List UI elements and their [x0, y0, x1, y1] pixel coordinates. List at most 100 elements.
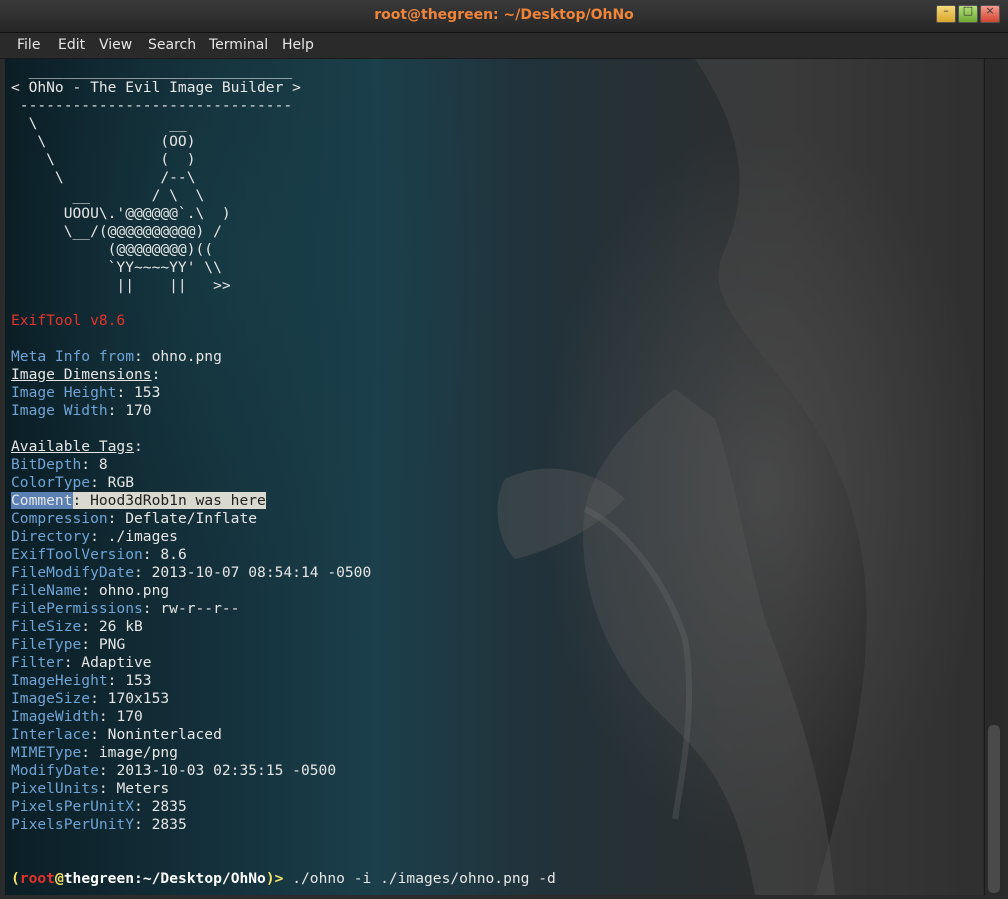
meta-info-line: Meta Info from: ohno.png — [11, 348, 222, 365]
banner-line: `YY~~~~YY' \\ — [11, 259, 222, 276]
tag-value: 8.6 — [160, 546, 187, 563]
minimize-button[interactable]: – — [936, 4, 956, 23]
tag-row: ImageWidth: 170 — [11, 708, 143, 725]
maximize-button[interactable]: □ — [958, 4, 978, 23]
tags-header-line: Available Tags: — [11, 438, 143, 455]
tags-header: Available Tags — [11, 438, 135, 455]
tag-key: ImageWidth — [11, 708, 99, 725]
image-height-value: 153 — [134, 384, 161, 401]
tag-row: PixelUnits: Meters — [11, 780, 170, 797]
banner-line: || || >> — [11, 277, 231, 294]
tag-key: Interlace — [11, 726, 91, 743]
image-height-line: Image Height: 153 — [11, 384, 161, 401]
tag-value: Hood3dRob1n was here — [90, 492, 266, 509]
menu-view[interactable]: View — [99, 37, 132, 53]
tag-value: ./images — [107, 528, 178, 545]
banner-line: < OhNo - The Evil Image Builder > — [11, 79, 301, 96]
title-bar[interactable]: root@thegreen: ~/Desktop/OhNo – □ × — [0, 0, 1008, 33]
menu-bar: File Edit View Search Terminal Help — [0, 33, 1008, 59]
dimensions-header-line: Image Dimensions: — [11, 366, 161, 383]
tag-key: PixelsPerUnitX — [11, 798, 135, 815]
prompt-host: thegreen — [63, 870, 135, 887]
tag-key: ExifToolVersion — [11, 546, 143, 563]
banner-line: ------------------------------- — [11, 97, 293, 114]
tag-value: RGB — [107, 474, 135, 491]
tag-key: FileType — [11, 636, 82, 653]
tag-value: rw-r--r-- — [160, 600, 240, 617]
scrollbar-thumb[interactable] — [988, 725, 1000, 893]
wallpaper-figure — [497, 59, 983, 895]
tag-key: PixelUnits — [11, 780, 99, 797]
tag-key: FileModifyDate — [11, 564, 135, 581]
tag-key: ColorType — [11, 474, 91, 491]
prompt-user: root — [19, 870, 55, 887]
tag-row: FileModifyDate: 2013-10-07 08:54:14 -050… — [11, 564, 372, 581]
banner-line: \ (OO) — [11, 133, 196, 150]
prompt-at: @ — [54, 870, 64, 887]
window-controls: – □ × — [936, 4, 1000, 23]
tag-value: Adaptive — [81, 654, 152, 671]
prompt-close: )> — [265, 870, 284, 887]
tag-value: 2835 — [151, 798, 187, 815]
tag-key: FileName — [11, 582, 82, 599]
image-width-line: Image Width: 170 — [11, 402, 152, 419]
image-width-value: 170 — [125, 402, 152, 419]
tag-row: ImageSize: 170x153 — [11, 690, 170, 707]
banner-line: \ ( ) — [11, 151, 196, 168]
tag-row: FileType: PNG — [11, 636, 126, 653]
menu-help[interactable]: Help — [282, 37, 314, 53]
vertical-scrollbar[interactable] — [984, 59, 1003, 895]
command-prompt[interactable]: (root@thegreen:~/Desktop/OhNo)> ./ohno -… — [11, 870, 556, 888]
meta-label: Meta Info from — [11, 348, 135, 365]
terminal-output[interactable]: ______________________________ < OhNo - … — [5, 59, 983, 895]
minimize-icon: – — [943, 4, 949, 17]
tag-key: Filter — [11, 654, 64, 671]
tag-key: BitDepth — [11, 456, 82, 473]
tag-value: 2835 — [151, 816, 187, 833]
meta-value: ohno.png — [151, 348, 222, 365]
tag-row: BitDepth: 8 — [11, 456, 108, 473]
tag-key: ModifyDate — [11, 762, 99, 779]
tag-row: FilePermissions: rw-r--r-- — [11, 600, 240, 617]
banner-line: UOOU\.'@@@@@@`.\ ) — [11, 205, 231, 222]
tag-row: Interlace: Noninterlaced — [11, 726, 222, 743]
tag-value: 153 — [125, 672, 152, 689]
exiftool-version: ExifTool v8.6 — [11, 312, 126, 329]
tag-row: FileSize: 26 kB — [11, 618, 143, 635]
tag-row: PixelsPerUnitX: 2835 — [11, 798, 187, 815]
banner-line: __ / \ \ — [11, 187, 205, 204]
tag-row: ImageHeight: 153 — [11, 672, 152, 689]
tag-row: PixelsPerUnitY: 2835 — [11, 816, 187, 833]
menu-file[interactable]: File — [17, 37, 40, 53]
tag-value: 26 kB — [98, 618, 143, 635]
tag-value: Deflate/Inflate — [125, 510, 258, 527]
image-width-label: Image Width — [11, 402, 108, 419]
tag-key: ImageSize — [11, 690, 91, 707]
tag-key: FileSize — [11, 618, 82, 635]
tag-row: Filter: Adaptive — [11, 654, 152, 671]
tag-row: ColorType: RGB — [11, 474, 135, 491]
banner-line: (@@@@@@@@)(( — [11, 241, 214, 258]
tag-key: Directory — [11, 528, 91, 545]
tag-row: ExifToolVersion: 8.6 — [11, 546, 187, 563]
tag-row: ModifyDate: 2013-10-03 02:35:15 -0500 — [11, 762, 337, 779]
maximize-icon: □ — [962, 4, 974, 17]
tag-value: PNG — [98, 636, 126, 653]
tag-row-selected[interactable]: Comment: Hood3dRob1n was here — [11, 492, 266, 510]
tag-row: Compression: Deflate/Inflate — [11, 510, 258, 527]
tag-key: FilePermissions — [11, 600, 143, 617]
tag-key: Compression — [11, 510, 108, 527]
banner-line: \__/(@@@@@@@@@@) / — [11, 223, 222, 240]
close-button[interactable]: × — [980, 4, 1000, 23]
prompt-open: ( — [11, 870, 20, 887]
tag-value: 8 — [98, 456, 108, 473]
tag-key: PixelsPerUnitY — [11, 816, 135, 833]
tag-row: FileName: ohno.png — [11, 582, 170, 599]
menu-terminal[interactable]: Terminal — [209, 37, 268, 53]
close-icon: × — [985, 4, 995, 17]
tag-value: 2013-10-03 02:35:15 -0500 — [116, 762, 337, 779]
menu-edit[interactable]: Edit — [58, 37, 85, 53]
menu-search[interactable]: Search — [148, 37, 196, 53]
tag-value: Noninterlaced — [107, 726, 222, 743]
tag-value: 170x153 — [107, 690, 170, 707]
